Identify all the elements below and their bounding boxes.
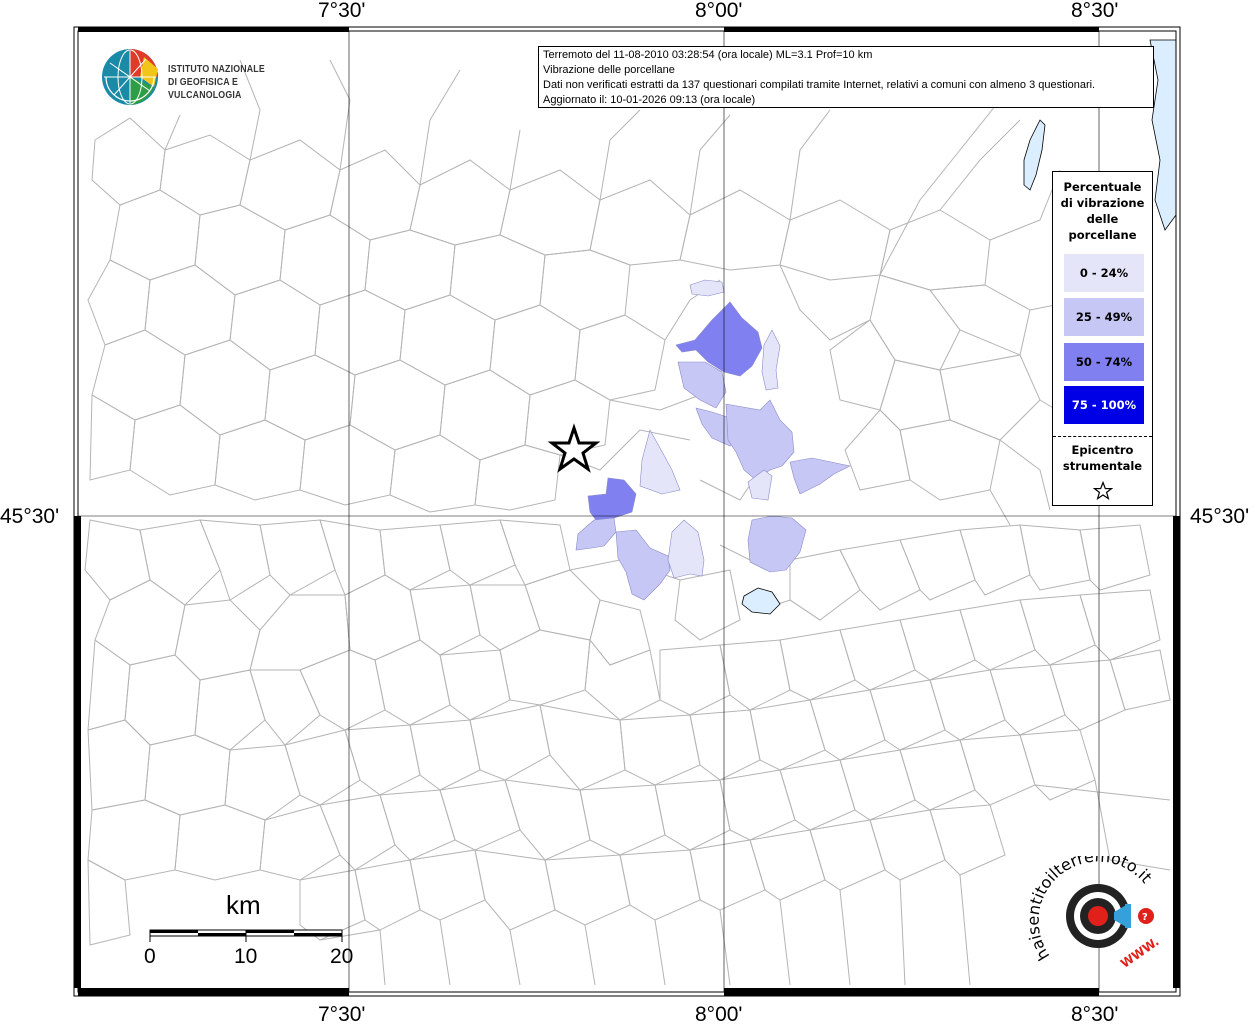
scale-tick-20: 20 — [330, 945, 354, 968]
svg-text:?: ? — [1142, 912, 1148, 923]
haisentito-logo-graphic: haisentitoilterremoto.it ? WWW. — [1024, 846, 1162, 971]
legend-star-icon — [1093, 481, 1113, 501]
globe-icon — [102, 49, 158, 105]
legend-title-line: delle — [1086, 212, 1119, 226]
event-disclaimer: Dati non verificati estratti da 137 ques… — [543, 79, 1096, 91]
legend-title-line: Percentuale — [1063, 180, 1142, 194]
ingv-name-line2: DI GEOFISICA E VULCANOLOGIA — [168, 77, 242, 101]
legend-class-0: 0 - 24% — [1064, 254, 1144, 292]
scale-bar: km 0 10 20 — [140, 890, 370, 970]
ingv-name: ISTITUTO NAZIONALE DI GEOFISICA E VULCAN… — [168, 63, 302, 102]
scale-tick-0: 0 — [144, 945, 156, 968]
legend: Percentuale di vibrazione delle porcella… — [1052, 171, 1153, 506]
scale-tick-10: 10 — [234, 945, 258, 968]
legend-class-1: 25 - 49% — [1064, 298, 1144, 336]
scale-unit: km — [226, 890, 261, 920]
event-parameter: Vibrazione delle porcellane — [543, 64, 675, 76]
event-info-box: Terremoto del 11-08-2010 03:28:54 (ora l… — [538, 46, 1154, 108]
event-title: Terremoto del 11-08-2010 03:28:54 (ora l… — [543, 49, 873, 61]
legend-epicenter-line: Epicentro — [1071, 443, 1134, 457]
ingv-logo: ISTITUTO NAZIONALE DI GEOFISICA E VULCAN… — [100, 47, 320, 109]
legend-separator — [1053, 436, 1152, 437]
legend-class-2: 50 - 74% — [1064, 343, 1144, 381]
legend-epicenter-line: strumentale — [1062, 459, 1143, 473]
legend-title-line: porcellane — [1068, 228, 1137, 242]
legend-epicenter-label: Epicentro strumentale — [1053, 442, 1152, 474]
url-text: WWW. — [1118, 934, 1161, 970]
legend-class-3: 75 - 100% — [1064, 386, 1144, 424]
event-updated: Aggiornato il: 10-01-2026 09:13 (ora loc… — [543, 94, 756, 106]
legend-title: Percentuale di vibrazione delle porcella… — [1053, 179, 1152, 243]
haisentito-logo: haisentitoilterremoto.it ? WWW. — [1024, 846, 1178, 976]
ingv-name-line1: ISTITUTO NAZIONALE — [168, 64, 265, 75]
legend-title-line: di vibrazione — [1060, 196, 1145, 210]
